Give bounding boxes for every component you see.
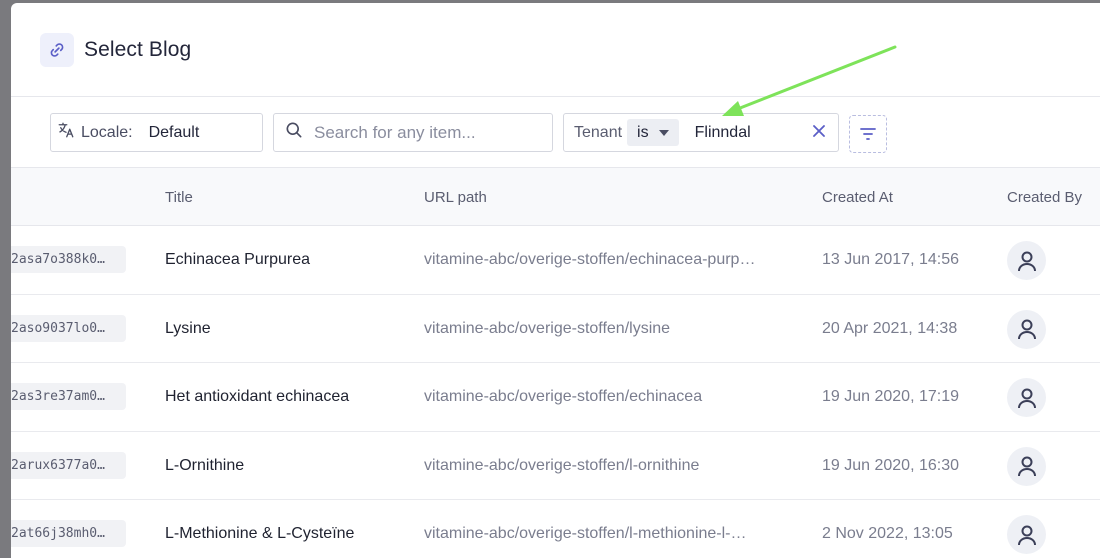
table-header: Title URL path Created At Created By <box>11 168 1100 226</box>
locale-value: Default <box>148 123 200 141</box>
row-url: vitamine-abc/overige-stoffen/echinacea <box>424 388 703 405</box>
user-icon <box>1007 446 1046 486</box>
table-row[interactable]: 2arux6377a0… L-Ornithine vitamine-abc/ov… <box>11 432 1100 500</box>
filter-button[interactable] <box>849 115 887 153</box>
user-icon <box>1007 309 1046 349</box>
table-row[interactable]: 2aso9037lo0… Lysine vitamine-abc/overige… <box>11 295 1100 363</box>
select-blog-dialog: Select Blog Locale: Default Search for a… <box>11 3 1100 558</box>
row-url: vitamine-abc/overige-stoffen/echinacea-p… <box>424 251 756 268</box>
row-title: Lysine <box>165 319 211 337</box>
row-title: L-Methionine & L-Cysteïne <box>165 525 355 542</box>
row-title: Het antioxidant echinacea <box>165 388 350 405</box>
table-row[interactable]: 2as3re37am0… Het antioxidant echinacea v… <box>11 363 1100 432</box>
row-url: vitamine-abc/overige-stoffen/lysine <box>424 319 671 337</box>
column-url-path[interactable]: URL path <box>424 189 487 206</box>
record-id: 2aso9037lo0… <box>11 314 126 342</box>
filter-operator-select[interactable]: is <box>627 119 679 146</box>
row-created-at: 2 Nov 2022, 13:05 <box>822 525 953 542</box>
row-created-at: 13 Jun 2017, 14:56 <box>822 251 960 268</box>
page-title: Select Blog <box>84 37 192 61</box>
search-input[interactable]: Search for any item... <box>273 113 553 152</box>
table-row[interactable]: 2at66j38mh0… L-Methionine & L-Cysteïne v… <box>11 500 1100 558</box>
record-id: 2arux6377a0… <box>11 451 126 479</box>
filter-field-label: Tenant <box>574 123 623 141</box>
table-body: 2asa7o388k0… Echinacea Purpurea vitamine… <box>11 226 1100 558</box>
row-created-at: 19 Jun 2020, 16:30 <box>822 456 960 474</box>
record-id: 2at66j38mh0… <box>11 520 126 547</box>
filter-icon <box>860 128 876 140</box>
locale-label: Locale: <box>81 123 133 141</box>
filter-value: Flinndal <box>694 123 751 141</box>
toolbar: Locale: Default Search for any item... T… <box>11 97 1100 168</box>
dialog-header: Select Blog <box>11 3 1100 97</box>
row-title: Echinacea Purpurea <box>165 251 310 268</box>
user-icon <box>1007 515 1046 554</box>
row-title: L-Ornithine <box>165 456 245 474</box>
row-url: vitamine-abc/overige-stoffen/l-methionin… <box>424 525 747 542</box>
link-icon <box>40 32 74 67</box>
translate-icon <box>57 121 75 144</box>
close-icon[interactable] <box>812 124 826 143</box>
row-created-at: 19 Jun 2020, 17:19 <box>822 388 960 405</box>
search-icon <box>284 120 304 145</box>
column-created-by[interactable]: Created By <box>1007 189 1082 206</box>
search-placeholder: Search for any item... <box>314 122 476 142</box>
filter-operator-value: is <box>637 123 649 141</box>
tenant-filter[interactable]: Tenant is Flinndal <box>563 113 839 152</box>
row-created-at: 20 Apr 2021, 14:38 <box>822 319 958 337</box>
user-icon <box>1007 241 1046 280</box>
column-created-at[interactable]: Created At <box>822 189 893 206</box>
record-id: 2as3re37am0… <box>11 383 126 410</box>
column-title[interactable]: Title <box>165 189 193 206</box>
row-url: vitamine-abc/overige-stoffen/l-ornithine <box>424 456 700 474</box>
locale-select[interactable]: Locale: Default <box>50 113 263 152</box>
table-row[interactable]: 2asa7o388k0… Echinacea Purpurea vitamine… <box>11 226 1100 295</box>
record-id: 2asa7o388k0… <box>11 246 126 273</box>
user-icon <box>1007 378 1046 417</box>
chevron-down-icon <box>658 129 669 136</box>
